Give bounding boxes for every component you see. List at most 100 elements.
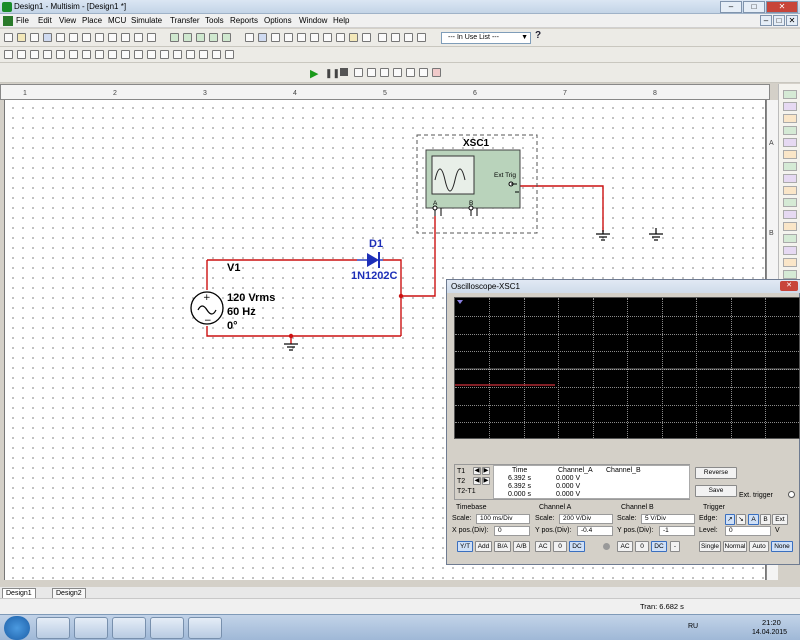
electromechanical-icon[interactable] [186, 50, 195, 59]
new-icon[interactable] [4, 33, 13, 42]
in-use-list-dropdown[interactable]: --- In Use List --- ▼ [441, 32, 531, 44]
mixed-icon[interactable] [108, 50, 117, 59]
step-into-icon[interactable] [380, 68, 389, 77]
menu-transfer[interactable]: Transfer [170, 16, 200, 25]
timebase-scale-field[interactable]: 100 ms/Div [476, 514, 530, 524]
word-generator-icon[interactable] [783, 174, 797, 183]
diode-icon[interactable] [30, 50, 39, 59]
redo-icon[interactable] [134, 33, 143, 42]
logic-analyzer-icon[interactable] [783, 186, 797, 195]
zoom-area-icon[interactable] [196, 33, 205, 42]
trigger-none-button[interactable]: None [771, 541, 793, 552]
indicator-icon[interactable] [121, 50, 130, 59]
four-channel-scope-icon[interactable] [783, 138, 797, 147]
zoom-sheet-icon[interactable] [209, 33, 218, 42]
diode-symbol[interactable] [357, 252, 383, 268]
ultiboard-icon[interactable] [349, 33, 358, 42]
menu-window[interactable]: Window [299, 16, 327, 25]
remove-breakpoints-icon[interactable] [432, 68, 441, 77]
trigger-source-ext-button[interactable]: Ext [772, 514, 788, 525]
menu-view[interactable]: View [59, 16, 76, 25]
scope-screen[interactable] [454, 297, 800, 439]
distortion-analyzer-icon[interactable] [783, 222, 797, 231]
zoom-in-icon[interactable] [170, 33, 179, 42]
scope-close-button[interactable]: ✕ [780, 281, 798, 291]
menu-tools[interactable]: Tools [205, 16, 224, 25]
channel-a-ac-button[interactable]: AC [535, 541, 551, 552]
step-icon[interactable] [354, 68, 363, 77]
chrome-taskbar-icon[interactable] [150, 617, 184, 639]
maximize-button[interactable]: □ [743, 1, 765, 13]
help-icon[interactable]: ? [535, 30, 541, 41]
erc-icon[interactable] [323, 33, 332, 42]
t1-right-arrow-icon[interactable]: ▶ [482, 467, 490, 475]
doc-minimize-button[interactable]: – [760, 15, 772, 26]
ttl-icon[interactable] [69, 50, 78, 59]
multisim-taskbar-icon[interactable] [188, 617, 222, 639]
falling-edge-icon[interactable]: ↘ [736, 514, 746, 525]
ac-source-symbol[interactable]: + − [190, 291, 224, 326]
fullscreen-icon[interactable] [147, 33, 156, 42]
agilent-generator-icon[interactable] [783, 258, 797, 267]
misc-digital-icon[interactable] [95, 50, 104, 59]
step-out-icon[interactable] [393, 68, 402, 77]
place-text-icon[interactable] [391, 33, 400, 42]
network-analyzer-icon[interactable] [783, 246, 797, 255]
pause-icon[interactable]: ❚❚ [325, 68, 340, 79]
t2-right-arrow-icon[interactable]: ▶ [482, 477, 490, 485]
start-button-icon[interactable] [4, 616, 30, 640]
power-icon[interactable] [134, 50, 143, 59]
hierarchical-block-icon[interactable] [212, 50, 221, 59]
ba-mode-button[interactable]: B/A [494, 541, 511, 552]
menu-edit[interactable]: Edit [38, 16, 52, 25]
doc-restore-button[interactable]: □ [773, 15, 785, 26]
channel-a-ypos-field[interactable]: -0.4 [577, 526, 613, 536]
oscilloscope-icon[interactable] [783, 126, 797, 135]
channel-a-dc-button[interactable]: DC [569, 541, 585, 552]
database-icon[interactable] [284, 33, 293, 42]
photoshop-taskbar-icon[interactable] [112, 617, 146, 639]
postprocessor-icon[interactable] [310, 33, 319, 42]
breakpoint-icon[interactable] [419, 68, 428, 77]
menu-file[interactable]: File [16, 16, 29, 25]
t2-left-arrow-icon[interactable]: ◀ [473, 477, 481, 485]
place-bus-small-icon[interactable] [225, 50, 234, 59]
trigger-source-b-button[interactable]: B [760, 514, 771, 525]
channel-b-zero-button[interactable]: 0 [635, 541, 649, 552]
channel-b-scale-field[interactable]: 5 V/Div [641, 514, 695, 524]
frequency-counter-icon[interactable] [783, 162, 797, 171]
rf-icon[interactable] [173, 50, 182, 59]
yt-mode-button[interactable]: Y/T [457, 541, 473, 552]
cmos-icon[interactable] [82, 50, 91, 59]
iv-analyzer-icon[interactable] [783, 210, 797, 219]
channel-b-ypos-field[interactable]: -1 [659, 526, 695, 536]
grapher-icon[interactable] [297, 33, 306, 42]
print-preview-icon[interactable] [69, 33, 78, 42]
trigger-single-button[interactable]: Single [699, 541, 721, 552]
advanced-peripherals-icon[interactable] [160, 50, 169, 59]
agilent-multimeter-icon[interactable] [783, 270, 797, 279]
close-button[interactable]: ✕ [766, 1, 798, 13]
print-circuit-icon[interactable] [56, 33, 65, 42]
paste-icon[interactable] [108, 33, 117, 42]
bode-plotter-icon[interactable] [783, 150, 797, 159]
save-button[interactable]: Save [695, 485, 737, 497]
xpos-field[interactable]: 0 [494, 526, 530, 536]
mcu-icon[interactable] [199, 50, 208, 59]
undo-icon[interactable] [121, 33, 130, 42]
run-to-cursor-icon[interactable] [406, 68, 415, 77]
ab-mode-button[interactable]: A/B [513, 541, 530, 552]
oscilloscope-window[interactable]: Oscilloscope-XSC1 ✕ T1 T2 T2-T1 ◀ ▶ ◀ ▶ … [446, 279, 800, 565]
multimeter-icon[interactable] [783, 90, 797, 99]
menu-simulate[interactable]: Simulate [131, 16, 162, 25]
open-sample-icon[interactable] [30, 33, 39, 42]
step-over-icon[interactable] [367, 68, 376, 77]
t1-left-arrow-icon[interactable]: ◀ [473, 467, 481, 475]
explorer-taskbar-icon[interactable] [36, 617, 70, 639]
menu-help[interactable]: Help [333, 16, 349, 25]
doc-close-button[interactable]: ✕ [786, 15, 798, 26]
cut-icon[interactable] [82, 33, 91, 42]
zoom-100-icon[interactable] [222, 33, 231, 42]
minimize-button[interactable]: – [720, 1, 742, 13]
rising-edge-icon[interactable]: ↗ [725, 514, 735, 525]
